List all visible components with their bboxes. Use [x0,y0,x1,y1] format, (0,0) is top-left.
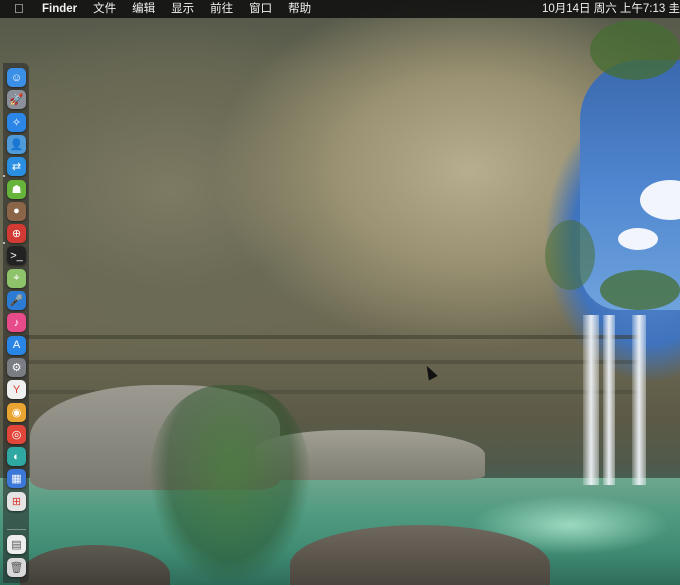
teamviewer-icon[interactable]: ⇄ [7,157,26,177]
wallpaper-waterfall [583,315,599,485]
wallpaper-foliage [600,270,680,310]
windows-logo-icon[interactable]: ⊞ [7,491,26,511]
launchpad-icon[interactable]: 🚀 [7,90,26,110]
wallpaper-foliage [590,20,680,80]
finder-icon[interactable]: ☺ [7,68,26,87]
menu-help[interactable]: 帮助 [288,0,311,18]
wallpaper-cloud [618,228,658,250]
wallpaper-tree [150,385,310,585]
running-indicator [3,242,5,244]
system-preferences-icon[interactable]: ⚙ [7,357,26,377]
running-indicator [3,175,5,177]
menu-file[interactable]: 文件 [93,0,116,18]
contacts-icon[interactable]: 👤 [7,134,26,154]
wallpaper-waterfall [632,315,646,485]
trash-icon[interactable]: 🗑 [7,558,26,577]
terminal-icon[interactable]: >_ [7,246,26,266]
wallpaper-ledge [20,335,640,339]
chrome-icon[interactable]: ◉ [7,402,26,422]
menu-clock[interactable]: 10月14日 周六 上午7:13 圭 [542,0,680,18]
menu-app-name[interactable]: Finder [42,0,77,18]
menu-bar:  Finder 文件 编辑 显示 前往 窗口 帮助 10月14日 周六 上午7… [0,0,680,18]
windows-vm-icon[interactable]: ▦ [7,469,26,489]
desktop-wallpaper [0,0,680,585]
red-app-icon[interactable]: ⊕ [7,224,26,244]
menu-edit[interactable]: 编辑 [132,0,155,18]
teal-app-icon[interactable]: ◐ [7,447,26,467]
menu-items: Finder 文件 编辑 显示 前往 窗口 帮助 [42,0,327,18]
wallpaper-waterfall [603,315,615,485]
maps-icon[interactable]: ⌖ [7,268,26,288]
app-store-icon[interactable]: A [7,335,26,355]
siri-icon[interactable]: 🎤 [7,291,26,310]
wallpaper-foliage [545,220,595,290]
apple-logo-icon[interactable]:  [14,0,24,18]
yandex-browser-icon[interactable]: Y [7,380,26,400]
menu-window[interactable]: 窗口 [249,0,272,18]
dock-separator [7,529,26,530]
menu-clock-overflow: 圭 [668,3,680,15]
menu-clock-text: 10月14日 周六 上午7:13 [541,3,666,15]
dock: ☺ 🚀 ✧ 👤 ⇄ ☗ ● ⊕ >_ ⌖ 🎤 ♪ A ⚙ Y ◉ ◎ ◐ ▦ ⊞ ▤ 🗑 [3,63,29,583]
menu-view[interactable]: 显示 [171,0,194,18]
hedgehog-icon[interactable]: ● [7,201,26,221]
document-icon[interactable]: ▤ [7,535,26,554]
weibo-icon[interactable]: ◎ [7,424,26,444]
safari-icon[interactable]: ✧ [7,112,26,132]
menu-go[interactable]: 前往 [210,0,233,18]
wallpaper-ledge [20,360,640,364]
android-icon[interactable]: ☗ [7,179,26,199]
itunes-icon[interactable]: ♪ [7,313,26,333]
